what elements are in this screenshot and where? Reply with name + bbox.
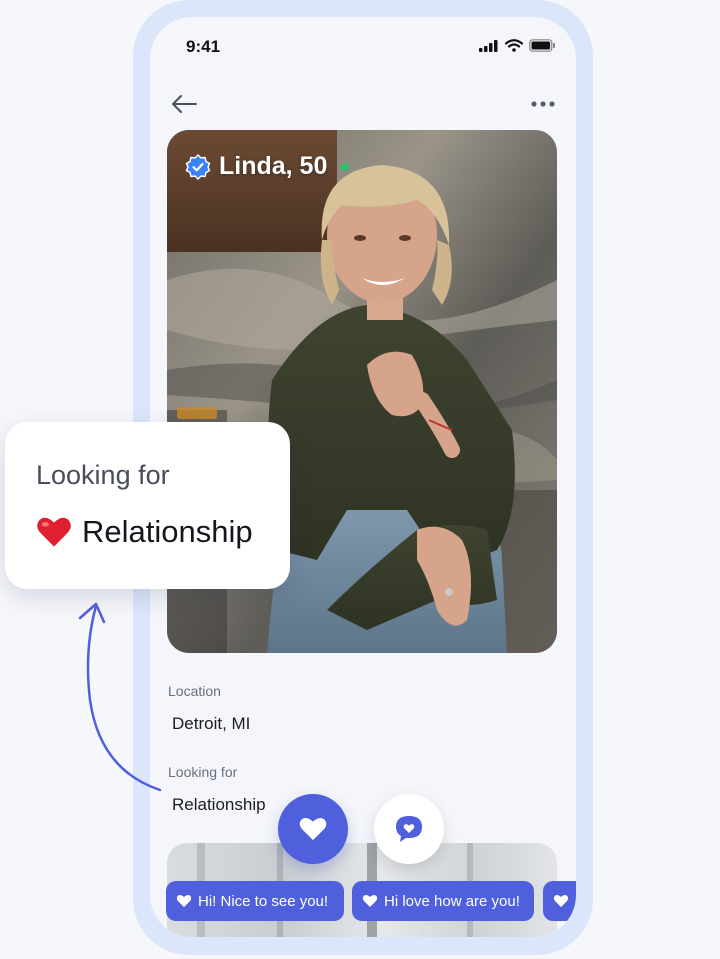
chat-heart-icon	[396, 816, 422, 842]
message-button[interactable]	[374, 794, 444, 864]
quick-reply-chip[interactable]: Hi! Nice to see you!	[166, 881, 344, 921]
location-value: Detroit, MI	[172, 714, 251, 733]
location-label: Location	[168, 683, 221, 699]
looking-for-callout: Looking for Relationship	[5, 422, 290, 589]
heart-icon	[176, 895, 192, 907]
status-icons	[479, 39, 556, 52]
more-options-icon[interactable]	[530, 99, 556, 109]
heart-icon	[553, 895, 569, 907]
callout-row: Relationship	[36, 514, 253, 550]
online-status-dot	[341, 162, 350, 171]
quick-reply-chip[interactable]	[543, 881, 576, 921]
battery-icon	[529, 39, 555, 52]
looking-for-value: Relationship	[172, 795, 266, 814]
status-time: 9:41	[186, 37, 221, 56]
back-arrow-icon[interactable]	[170, 93, 198, 115]
looking-for-label: Looking for	[168, 764, 238, 780]
heart-icon	[362, 895, 378, 907]
red-heart-icon	[37, 517, 71, 547]
quick-reply-text: Hi love how are you!	[384, 892, 520, 910]
quick-reply-text: Hi! Nice to see you!	[198, 892, 329, 910]
wifi-icon	[505, 39, 523, 52]
quick-reply-chip[interactable]: Hi love how are you!	[352, 881, 534, 921]
cellular-signal-icon	[479, 39, 498, 52]
callout-value: Relationship	[82, 514, 253, 549]
profile-name: Linda, 50	[219, 152, 328, 180]
callout-title: Looking for	[36, 460, 170, 490]
like-button[interactable]	[278, 794, 348, 864]
verified-badge-icon	[185, 153, 211, 180]
heart-icon	[299, 817, 327, 841]
profile-name-row: Linda, 50	[185, 152, 350, 181]
